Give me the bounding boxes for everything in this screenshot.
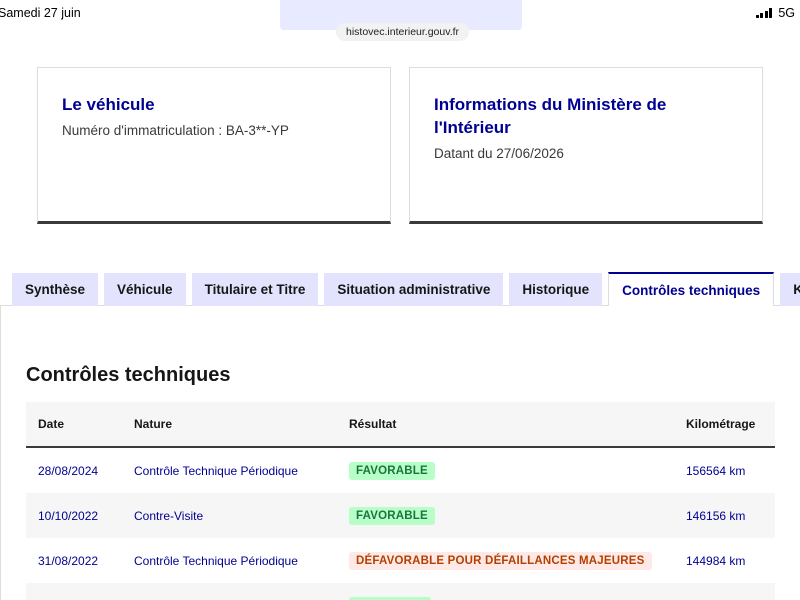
header-result: Résultat [349,417,397,431]
row-nature: Contrôle Technique Périodique [134,463,298,478]
page: Samedi 27 juin 5G 9 histovec.interieur.g… [0,0,800,600]
result-badge: DÉFAVORABLE POUR DÉFAILLANCES MAJEURES [349,551,652,570]
row-km: 156564 km [686,463,746,478]
signal-icon [755,8,773,18]
result-badge-label: FAVORABLE [349,507,435,525]
table-row: 28/08/2024 Contrôle Technique Périodique… [26,448,775,493]
vehicle-plate: Numéro d'immatriculation : BA-3**-YP [62,123,289,138]
vehicle-card: Le véhicule Numéro d'immatriculation : B… [37,67,391,224]
section-title: Contrôles techniques [26,364,231,386]
ministry-title-line2: l'Intérieur [434,118,511,137]
result-badge: FAVORABLE [349,506,435,525]
ministry-card-title: Informations du Ministère de l'Intérieur [434,93,738,139]
tab-kilometrage[interactable]: Kil [780,273,800,306]
row-date: 28/08/2024 [38,463,99,478]
result-badge: FAVORABLE [349,461,435,480]
table-row: 10/10/2022 Contre-Visite FAVORABLE 14615… [26,493,775,538]
tab-titulaire[interactable]: Titulaire et Titre [191,273,319,306]
status-indicators: 5G 9 [755,6,800,20]
header-date: Date [38,417,65,431]
network-label: 5G [778,6,796,20]
header-km: Kilométrage [686,417,756,431]
ministry-title-line1: Informations du Ministère de [434,95,667,114]
tab-controles-techniques[interactable]: Contrôles techniques [608,272,775,306]
row-date: 10/10/2022 [38,508,99,523]
result-badge-label: FAVORABLE [349,462,435,480]
row-nature: Contrôle Technique Périodique [134,553,298,568]
tab-vehicule[interactable]: Véhicule [104,273,186,306]
tab-bar: Synthèse Véhicule Titulaire et Titre Sit… [12,272,800,306]
row-nature: Contre-Visite [134,508,204,523]
url-bar[interactable]: histovec.interieur.gouv.fr [336,23,470,41]
vehicle-card-title: Le véhicule [62,95,155,114]
row-date: 31/08/2022 [38,553,99,568]
ministry-card: Informations du Ministère de l'Intérieur… [409,67,763,224]
row-km: 144984 km [686,553,746,568]
ministry-date: Datant du 27/06/2026 [434,146,564,161]
result-badge-label: DÉFAVORABLE POUR DÉFAILLANCES MAJEURES [349,552,652,570]
header-nature: Nature [134,417,173,431]
row-km: 146156 km [686,508,746,523]
table-row-partial [26,583,775,600]
inspections-table: Date Nature Résultat Kilométrage 28/08/2… [26,402,775,600]
table-header: Date Nature Résultat Kilométrage [26,402,775,448]
tab-synthese[interactable]: Synthèse [12,273,99,306]
tab-situation-administrative[interactable]: Situation administrative [324,273,504,306]
tab-historique[interactable]: Historique [509,273,603,306]
table-row: 31/08/2022 Contrôle Technique Périodique… [26,538,775,583]
status-date: Samedi 27 juin [0,6,81,20]
